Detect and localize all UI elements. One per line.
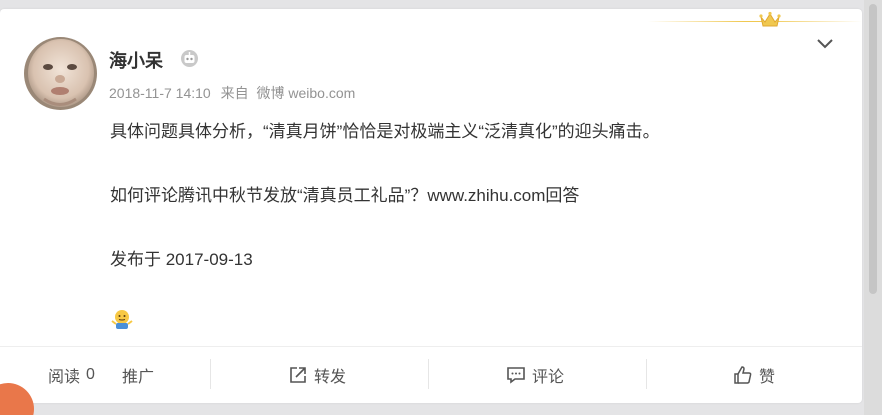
avatar-image xyxy=(24,37,97,110)
crown-icon xyxy=(759,11,781,27)
comment-icon xyxy=(507,367,525,384)
comment-label: 评论 xyxy=(532,369,565,386)
post-meta: 2018-11-7 14:10 来自 微博 weibo.com xyxy=(109,83,361,103)
post-action-bar: 阅读 0 推广 转发 评论 赞 xyxy=(0,347,862,403)
thumbs-up-icon xyxy=(734,366,752,384)
chevron-down-icon[interactable] xyxy=(815,36,835,50)
username[interactable]: 海小呆 xyxy=(109,47,163,73)
action-separator xyxy=(646,359,647,389)
repost-label: 转发 xyxy=(314,369,347,386)
scrollbar-thumb[interactable] xyxy=(869,4,877,294)
like-button[interactable]: 赞 xyxy=(733,347,775,403)
read-label: 阅读 xyxy=(48,369,81,386)
repost-button[interactable]: 转发 xyxy=(288,347,346,403)
action-separator xyxy=(210,359,211,389)
post-text-line-1: 具体问题具体分析，“清真月饼”恰恰是对极端主义“泛清真化”的迎头痛击。 xyxy=(110,122,660,141)
promote-label: 推广 xyxy=(122,369,155,386)
avatar[interactable] xyxy=(24,37,97,110)
read-count-value: 0 xyxy=(86,366,95,383)
action-separator xyxy=(428,359,429,389)
comment-button[interactable]: 评论 xyxy=(506,347,564,403)
read-count: 阅读 0 xyxy=(48,347,95,403)
post-timestamp[interactable]: 2018-11-7 14:10 xyxy=(109,85,211,101)
weibo-post-card: 海小呆 2018-11-7 14:10 来自 微博 weibo.com 具体问题… xyxy=(0,9,862,403)
shrug-emoji-icon xyxy=(111,310,133,329)
member-decoration-line xyxy=(648,21,862,22)
robot-icon xyxy=(181,50,198,67)
post-text-line-3: 发布于 2017-09-13 xyxy=(110,250,253,269)
post-source[interactable]: 微博 weibo.com xyxy=(257,85,356,101)
post-text-line-2: 如何评论腾讯中秋节发放“清真员工礼品”？www.zhihu.com回答 xyxy=(110,186,580,205)
source-prefix: 来自 xyxy=(220,85,249,101)
promote-button[interactable]: 推广 xyxy=(122,347,154,403)
share-icon xyxy=(290,367,306,383)
like-label: 赞 xyxy=(759,369,776,386)
